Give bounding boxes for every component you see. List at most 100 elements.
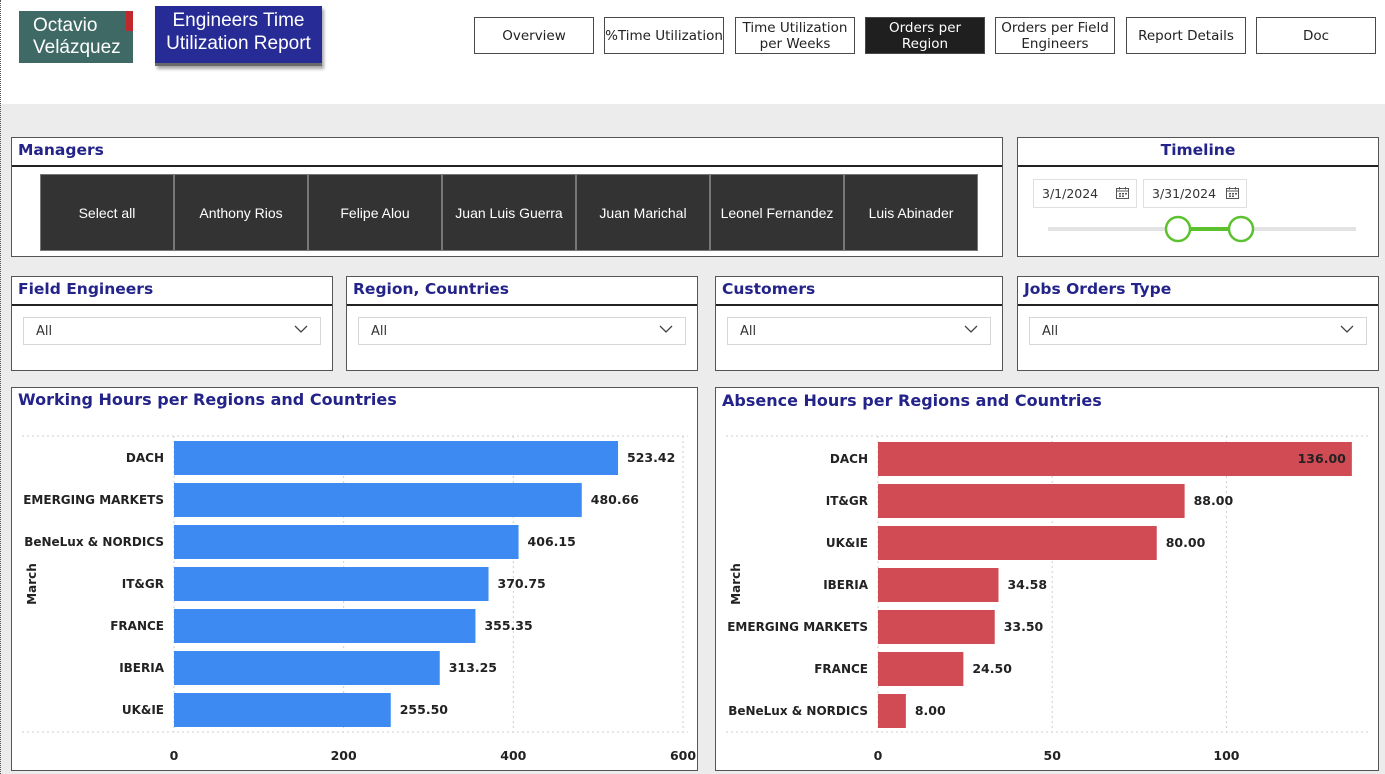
bar <box>878 526 1157 560</box>
category-label: DACH <box>126 451 164 465</box>
nav-overview-button[interactable]: Overview <box>474 17 594 54</box>
chevron-down-icon <box>1340 325 1354 333</box>
category-label: IT&GR <box>122 577 164 591</box>
author-logo: Octavio Velázquez <box>19 11 133 63</box>
nav-time-utilization-weeks-button[interactable]: Time Utilization per Weeks <box>735 17 855 54</box>
customers-value: All <box>740 324 757 339</box>
logo-line2: Velázquez <box>33 37 121 58</box>
data-label: 33.50 <box>1004 619 1044 634</box>
absence-hours-chart: 0 50 100 March DACH 136.00 IT&GR 88.00 UK&IE 80.0… <box>726 435 1368 763</box>
start-date-input[interactable]: 3/1/2024 <box>1033 179 1137 208</box>
data-label: 34.58 <box>1007 577 1047 592</box>
timeline-title: Timeline <box>1160 141 1236 159</box>
category-label: BeNeLux & NORDICS <box>24 535 164 549</box>
data-label: 8.00 <box>915 703 946 718</box>
logo-accent-mark <box>126 11 133 31</box>
bar <box>174 693 391 727</box>
jobs-orders-type-title: Jobs Orders Type <box>1024 280 1172 298</box>
bar <box>174 567 489 601</box>
nav-report-details-button[interactable]: Report Details <box>1126 17 1246 54</box>
jobs-orders-type-dropdown[interactable]: All <box>1029 317 1367 345</box>
bar <box>878 694 906 728</box>
category-label: UK&IE <box>122 703 164 717</box>
bar <box>174 651 440 685</box>
customers-title-rule <box>716 304 1002 306</box>
timeline-slicer: Timeline 3/1/2024 3/31/2024 <box>1017 137 1379 257</box>
data-label: 406.15 <box>528 534 576 549</box>
data-label: 355.35 <box>484 618 532 633</box>
calendar-icon <box>1116 187 1129 199</box>
chevron-down-icon <box>964 325 978 333</box>
bar <box>878 610 995 644</box>
working-hours-chart-panel: Working Hours per Regions and Countries … <box>11 387 698 771</box>
data-label: 480.66 <box>591 492 640 507</box>
data-label: 313.25 <box>449 660 497 675</box>
absence-hours-chart-panel: Absence Hours per Regions and Countries … <box>715 387 1379 771</box>
date-range-slider[interactable] <box>1018 212 1378 248</box>
manager-select-all-button[interactable]: Select all <box>40 174 174 251</box>
manager-juan-luis-guerra-button[interactable]: Juan Luis Guerra <box>442 174 576 251</box>
region-dropdown[interactable]: All <box>358 317 686 345</box>
managers-title-rule <box>12 165 1002 167</box>
field-engineers-dropdown[interactable]: All <box>23 317 321 345</box>
data-label: 80.00 <box>1166 535 1206 550</box>
field-engineers-title-rule <box>12 304 332 306</box>
jobs-orders-type-slicer: Jobs Orders Type All <box>1017 276 1379 371</box>
bar <box>878 568 999 602</box>
page-edge-divider <box>0 0 2 774</box>
category-label: IBERIA <box>823 578 869 592</box>
managers-slicer: Managers Select all Anthony Rios Felipe … <box>11 137 1003 257</box>
calendar-icon <box>1226 187 1239 199</box>
manager-luis-abinader-button[interactable]: Luis Abinader <box>844 174 978 251</box>
category-label: EMERGING MARKETS <box>23 493 164 507</box>
bar <box>174 441 619 475</box>
end-date-input[interactable]: 3/31/2024 <box>1143 179 1247 208</box>
category-label: IT&GR <box>826 494 868 508</box>
category-label: FRANCE <box>814 662 868 676</box>
customers-dropdown[interactable]: All <box>727 317 991 345</box>
bar <box>878 484 1185 518</box>
report-title-line2: Utilization Report <box>166 33 311 54</box>
data-label: 523.42 <box>627 450 675 465</box>
data-label: 255.50 <box>400 702 449 717</box>
category-label: IBERIA <box>119 661 165 675</box>
x-tick-label: 600 <box>670 748 696 763</box>
x-tick-label: 400 <box>500 748 526 763</box>
managers-title: Managers <box>18 141 104 159</box>
nav-time-utilization-button[interactable]: %Time Utilization <box>604 17 724 54</box>
start-date-value: 3/1/2024 <box>1042 186 1099 201</box>
manager-felipe-alou-button[interactable]: Felipe Alou <box>308 174 442 251</box>
report-title: Engineers Time Utilization Report <box>155 6 322 66</box>
report-title-line1: Engineers Time <box>172 10 305 31</box>
region-value: All <box>371 324 388 339</box>
field-engineers-title: Field Engineers <box>18 280 154 298</box>
manager-leonel-fernandez-button[interactable]: Leonel Fernandez <box>710 174 844 251</box>
bar <box>174 609 476 643</box>
x-tick-label: 0 <box>874 748 883 763</box>
bar <box>174 483 582 517</box>
category-label: EMERGING MARKETS <box>727 620 868 634</box>
region-slicer: Region, Countries All <box>346 276 698 371</box>
y-axis-label: March <box>25 563 39 605</box>
field-engineers-slicer: Field Engineers All <box>11 276 333 371</box>
manager-anthony-rios-button[interactable]: Anthony Rios <box>174 174 308 251</box>
manager-juan-marichal-button[interactable]: Juan Marichal <box>576 174 710 251</box>
data-label: 88.00 <box>1194 493 1234 508</box>
working-hours-chart: 0 200 400 600 March DACH 523.42 EMERGING MARKET… <box>22 435 696 763</box>
x-tick-label: 200 <box>331 748 357 763</box>
nav-doc-button[interactable]: Doc <box>1256 17 1376 54</box>
chevron-down-icon <box>294 325 308 333</box>
bar <box>878 652 964 686</box>
end-date-value: 3/31/2024 <box>1152 186 1217 201</box>
nav-orders-per-field-engineers-button[interactable]: Orders per Field Engineers <box>995 17 1115 54</box>
region-title: Region, Countries <box>353 280 510 298</box>
slider-start-handle[interactable] <box>1164 215 1192 243</box>
x-tick-label: 50 <box>1044 748 1062 763</box>
chevron-down-icon <box>659 325 673 333</box>
x-tick-label: 0 <box>170 748 179 763</box>
field-engineers-value: All <box>36 324 53 339</box>
slider-end-handle[interactable] <box>1227 215 1255 243</box>
timeline-title-rule <box>1018 165 1378 167</box>
nav-orders-per-region-button[interactable]: Orders per Region <box>865 17 985 54</box>
region-title-rule <box>347 304 697 306</box>
